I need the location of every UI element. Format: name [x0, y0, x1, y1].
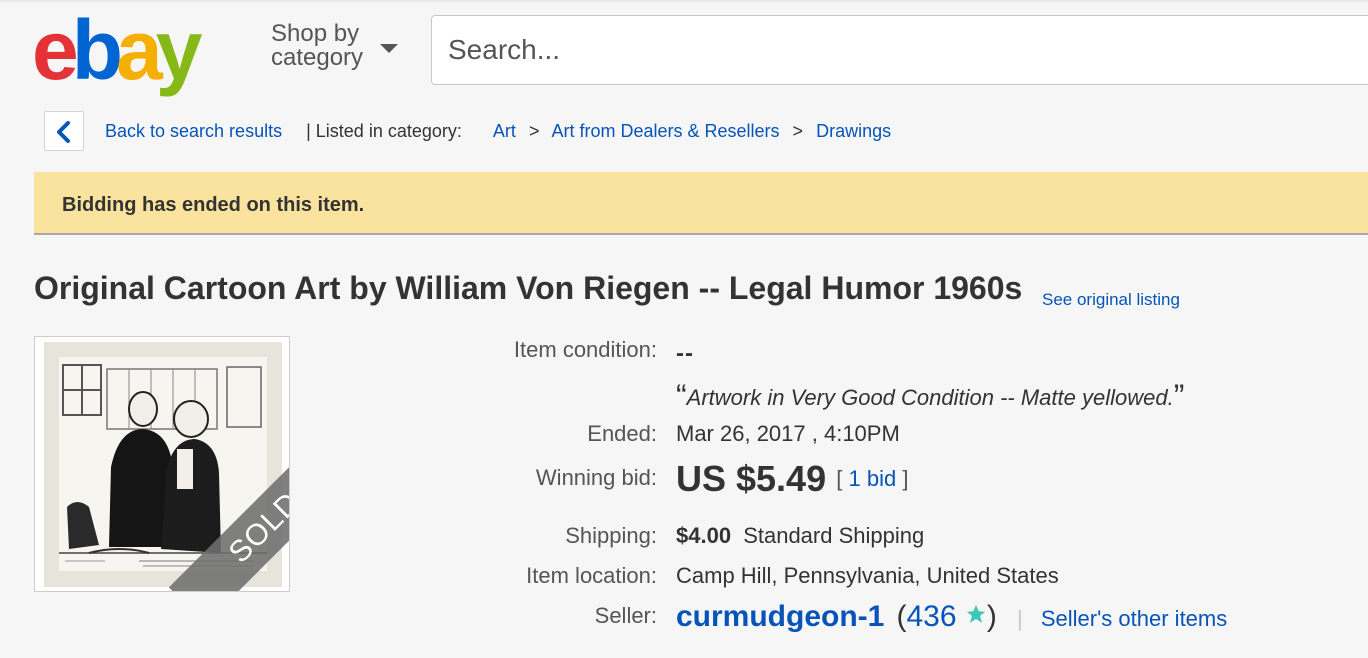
location-value: Camp Hill, Pennsylvania, United States: [676, 563, 1059, 588]
condition-note: Artwork in Very Good Condition -- Matte …: [686, 385, 1174, 410]
condition-description: “Artwork in Very Good Condition -- Matte…: [676, 378, 1184, 415]
breadcrumb-separator: >: [528, 121, 540, 141]
logo-letter-y: y: [155, 3, 203, 97]
shipping-label: Shipping:: [565, 523, 657, 548]
feedback-score-link[interactable]: 436: [906, 600, 956, 633]
bidding-ended-banner: Bidding has ended on this item.: [34, 172, 1368, 235]
breadcrumb-art-dealers[interactable]: Art from Dealers & Resellers: [551, 121, 779, 141]
search-input[interactable]: [431, 15, 1368, 85]
winning-bid-row: US $5.49 [ 1 bid ]: [676, 458, 908, 500]
breadcrumb: Back to search results | Listed in categ…: [105, 120, 891, 142]
seller-label: Seller:: [594, 603, 657, 628]
star-icon: [966, 604, 986, 623]
winning-bid-price: US $5.49: [676, 458, 827, 499]
bid-bracket-close: ]: [902, 466, 909, 491]
see-original-listing-link[interactable]: See original listing: [1042, 290, 1180, 310]
breadcrumb-drawings[interactable]: Drawings: [816, 121, 891, 141]
feedback-paren-close: ): [986, 600, 997, 633]
logo-letter-a: a: [116, 3, 163, 97]
seller-name-link[interactable]: curmudgeon-1: [676, 600, 884, 633]
seller-feedback: (436 ): [896, 600, 996, 633]
chevron-down-icon: [380, 44, 398, 53]
listed-in-label: | Listed in category:: [306, 121, 462, 141]
item-title: Original Cartoon Art by William Von Rieg…: [34, 270, 1023, 306]
shipping-method: Standard Shipping: [743, 523, 925, 548]
breadcrumb-art[interactable]: Art: [493, 121, 516, 141]
banner-message: Bidding has ended on this item.: [62, 194, 365, 216]
shipping-value: $4.00 Standard Shipping: [676, 523, 924, 549]
seller-row: curmudgeon-1 (436 ) | Seller's other ite…: [676, 600, 1227, 634]
ebay-logo[interactable]: ebay: [32, 2, 248, 98]
condition-label: Item condition:: [513, 337, 657, 362]
ended-label: Ended:: [587, 421, 657, 446]
seller-other-items-link[interactable]: Seller's other items: [1041, 606, 1227, 631]
shop-by-label: Shop by: [271, 20, 360, 47]
condition-value: --: [676, 340, 694, 367]
chevron-left-icon: [57, 121, 70, 143]
bid-count: [ 1 bid ]: [836, 466, 908, 491]
item-image[interactable]: SOLD: [34, 336, 290, 592]
breadcrumb-separator: >: [792, 121, 804, 141]
back-button[interactable]: [44, 111, 84, 151]
open-quote: “: [676, 378, 687, 414]
ended-value: Mar 26, 2017 , 4:10PM: [676, 421, 900, 446]
category-label: category: [271, 44, 364, 71]
logo-letter-e: e: [32, 3, 79, 97]
bid-bracket-open: [: [836, 466, 843, 491]
winning-bid-label: Winning bid:: [535, 465, 657, 490]
divider: |: [1017, 606, 1023, 631]
shipping-amount: $4.00: [676, 523, 732, 548]
feedback-paren-open: (: [896, 600, 907, 633]
logo-letter-b: b: [71, 3, 123, 97]
location-label: Item location:: [526, 563, 657, 588]
back-to-search-link[interactable]: Back to search results: [105, 121, 282, 141]
shop-by-category-button[interactable]: Shop by category: [271, 20, 398, 71]
bid-history-link[interactable]: 1 bid: [848, 466, 896, 491]
close-quote: ”: [1173, 378, 1185, 414]
